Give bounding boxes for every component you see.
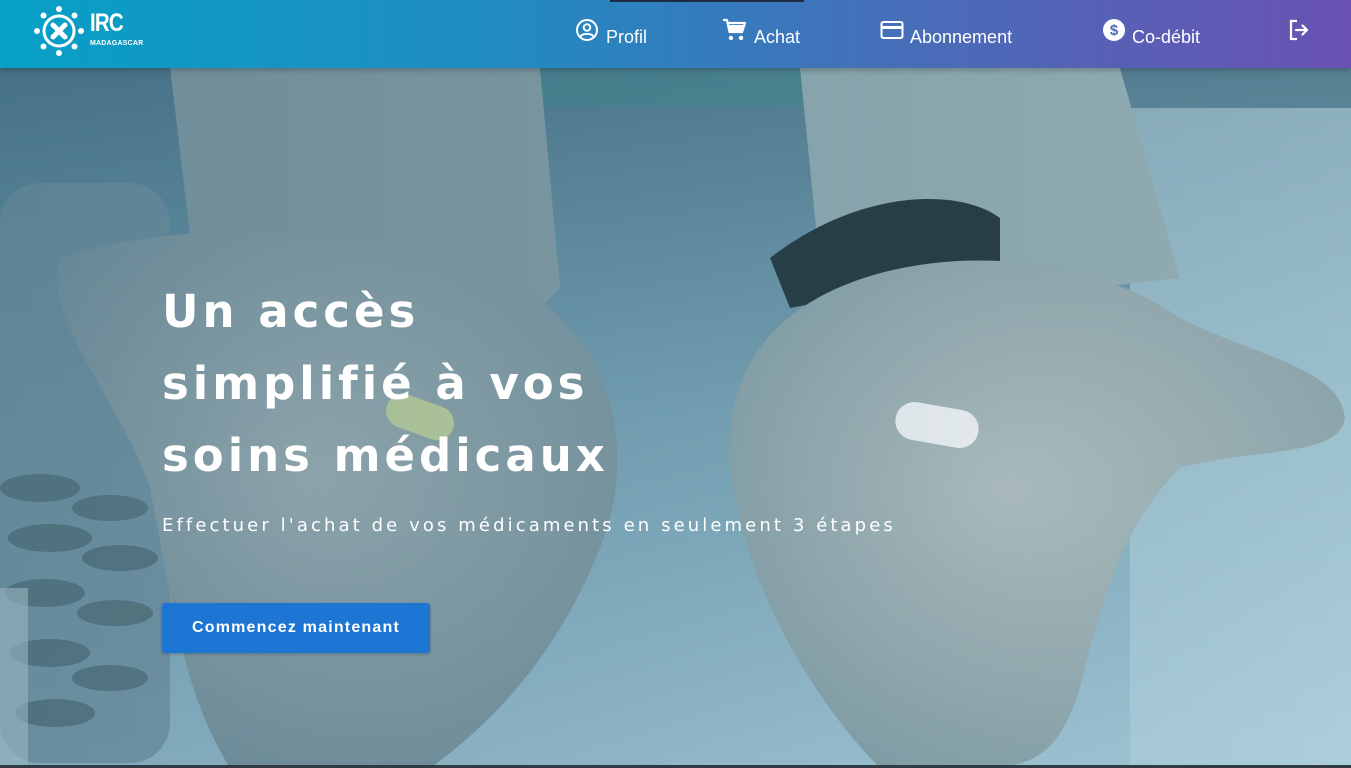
logout-button[interactable] — [1287, 16, 1313, 50]
nav-item-profil[interactable]: Profil — [575, 16, 655, 50]
nav-label-achat: Achat — [754, 27, 801, 47]
headline-line-3: soins médicaux — [162, 429, 609, 482]
top-navbar: IRC MADAGASCAR Profil Achat Abonnement $ — [0, 0, 1351, 68]
brand-name: IRC — [90, 9, 124, 37]
hero-section: Un accès simplifié à vos soins médicaux … — [0, 68, 1351, 768]
headline-line-1: Un accès — [162, 285, 420, 338]
active-indicator — [610, 0, 804, 2]
headline-line-2: simplifié à vos — [162, 357, 589, 410]
start-now-button[interactable]: Commencez maintenant — [162, 603, 430, 653]
nav-label-abonnement: Abonnement — [910, 27, 1013, 47]
logout-icon — [1289, 19, 1309, 41]
hero-subtitle: Effectuer l'achat de vos médicaments en … — [162, 515, 896, 536]
nav-item-codebit[interactable]: $ Co-débit — [1102, 16, 1217, 50]
brand-logo[interactable]: IRC MADAGASCAR — [32, 5, 144, 57]
medical-cross-logo-icon — [34, 6, 84, 56]
user-circle-icon — [576, 19, 598, 41]
svg-text:$: $ — [1110, 22, 1119, 39]
dollar-circle-icon: $ — [1103, 19, 1125, 41]
hero-headline: Un accès simplifié à vos soins médicaux — [162, 276, 722, 492]
nav-label-codebit: Co-débit — [1132, 27, 1201, 47]
brand-subtitle: MADAGASCAR — [90, 40, 144, 47]
credit-card-icon — [880, 21, 904, 39]
nav-item-achat[interactable]: Achat — [722, 16, 812, 50]
nav-label-profil: Profil — [606, 27, 648, 47]
nav-item-abonnement[interactable]: Abonnement — [880, 16, 1030, 50]
shopping-cart-icon — [723, 18, 747, 41]
